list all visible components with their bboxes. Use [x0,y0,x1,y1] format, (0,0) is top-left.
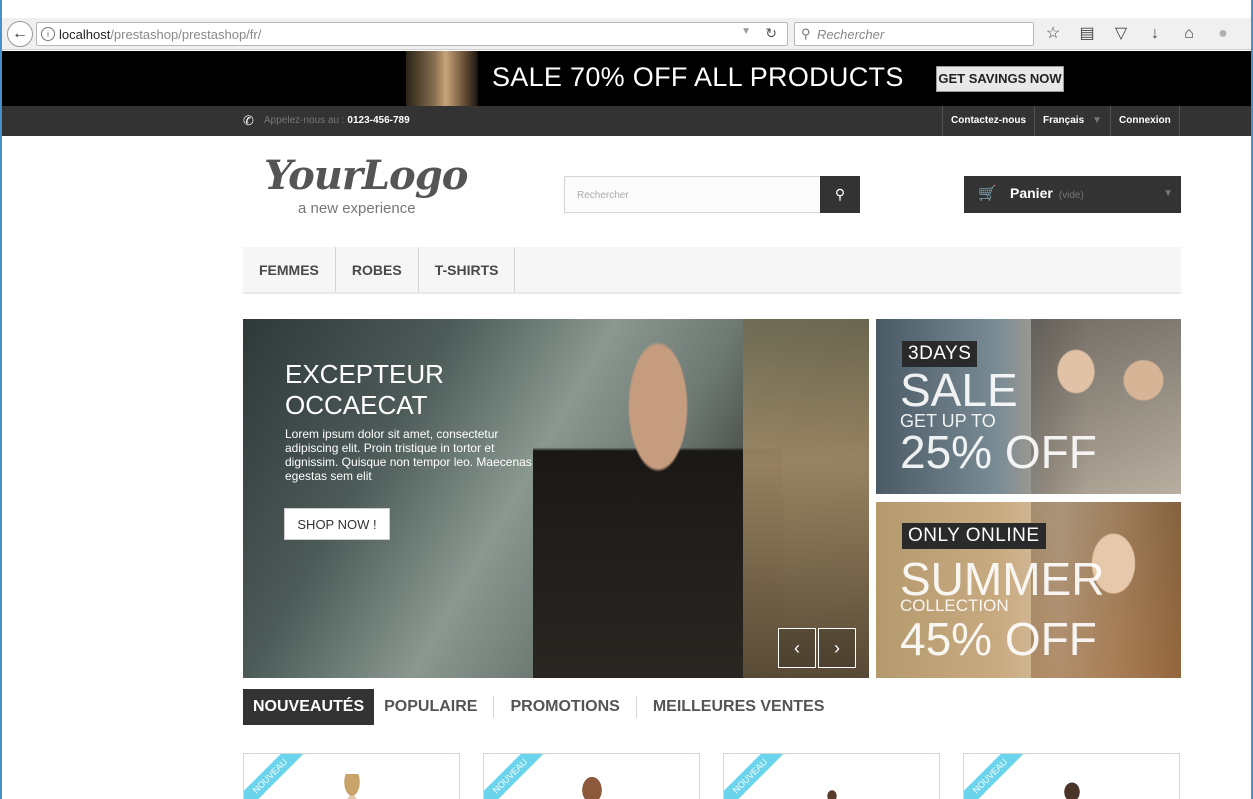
promo-percent: 45% OFF [900,613,1097,665]
cart-button[interactable]: 🛒 Panier (vide) ▼ [964,176,1181,213]
chevron-down-icon: ▼ [1092,115,1103,126]
site-info-icon[interactable]: i [41,27,55,41]
main-menu: FEMMES ROBES T-SHIRTS [243,247,1181,294]
cart-title: Panier [1010,185,1053,201]
call-label: Appelez-nous au : [264,115,345,126]
slide-description: Lorem ipsum dolor sit amet, consectetur … [285,427,532,483]
url-text: localhost/prestashop/prestashop/fr/ [59,27,261,42]
menu-item-robes[interactable]: ROBES [336,247,419,292]
product-tabs: NOUVEAUTÉS POPULAIRE PROMOTIONS MEILLEUR… [243,689,834,725]
site-search-input[interactable]: Rechercher ⚲ [564,176,860,213]
tab-nouveautes[interactable]: NOUVEAUTÉS [243,689,375,725]
top-nav-links: Contactez-nous Français ▼ Connexion [942,106,1180,136]
promo-percent: 25% OFF [900,426,1097,478]
homepage-slider[interactable]: EXCEPTEUR OCCAECAT Lorem ipsum dolor sit… [243,319,869,678]
tab-populaire[interactable]: POPULAIRE [374,689,487,725]
product-card[interactable]: NOUVEAU [963,753,1180,799]
product-image[interactable] [334,774,370,799]
site-logo[interactable]: YourLogo a new experience [264,152,494,222]
browser-search-bar[interactable]: ⚲ Rechercher [794,22,1034,46]
top-nav-strip: ✆ Appelez-nous au : 0123-456-789 Contact… [2,106,1251,136]
reload-icon[interactable]: ↻ [765,25,777,42]
slide-man-image [743,319,869,678]
extension-icon[interactable]: ● [1212,23,1234,45]
shop-now-button[interactable]: SHOP NOW ! [284,508,390,540]
tab-promotions[interactable]: PROMOTIONS [500,689,629,725]
new-ribbon: NOUVEAU [724,754,784,799]
cart-status: (vide) [1058,190,1084,201]
reading-list-icon[interactable]: ▤ [1076,23,1098,45]
search-icon: ⚲ [801,26,811,41]
url-host: localhost [59,27,111,42]
new-ribbon: NOUVEAU [484,754,544,799]
browser-toolbar: ← i localhost/prestashop/prestashop/fr/ … [2,18,1251,50]
product-card[interactable]: NOUVEAU [723,753,940,799]
new-ribbon: NOUVEAU [244,754,304,799]
download-icon[interactable]: ↓ [1144,23,1166,45]
new-ribbon: NOUVEAU [964,754,1024,799]
tab-divider [635,696,637,718]
promo-tile-summer[interactable]: ONLY ONLINE SUMMER COLLECTION 45% OFF [876,502,1181,678]
menu-item-tshirts[interactable]: T-SHIRTS [419,247,516,292]
phone-number: 0123-456-789 [347,115,410,126]
toolbar-icons: ☆ ▤ ▽ ↓ ⌂ ● [1042,23,1234,45]
bookmark-star-icon[interactable]: ☆ [1042,23,1064,45]
search-button[interactable]: ⚲ [820,176,860,213]
banner-sale-text: SALE 70% OFF ALL PRODUCTS [492,62,904,92]
call-us-text: Appelez-nous au : 0123-456-789 [264,115,410,126]
login-link[interactable]: Connexion [1110,106,1180,136]
promo-headline: SALE [900,364,1018,416]
history-dropdown-icon[interactable]: ▼ [741,26,751,37]
pocket-icon[interactable]: ▽ [1110,23,1132,45]
product-image[interactable] [1054,774,1090,799]
slider-prev-icon[interactable]: ‹ [778,628,816,668]
tab-meilleures-ventes[interactable]: MEILLEURES VENTES [643,689,835,725]
address-bar[interactable]: i localhost/prestashop/prestashop/fr/ ▼ … [36,22,788,46]
banner-model-image [406,51,478,106]
cart-icon: 🛒 [978,185,997,202]
back-arrow-icon[interactable]: ← [7,21,33,47]
slide-title: EXCEPTEUR OCCAECAT [285,359,444,420]
get-savings-button[interactable]: GET SAVINGS NOW [936,66,1064,92]
product-card[interactable]: NOUVEAU [243,753,460,799]
language-label: Français [1043,115,1085,126]
site-search-placeholder: Rechercher [577,190,629,201]
chevron-down-icon: ▼ [1163,188,1173,199]
search-icon: ⚲ [834,186,846,202]
home-icon[interactable]: ⌂ [1178,23,1200,45]
language-selector[interactable]: Français ▼ [1034,106,1110,136]
cart-label: Panier (vide) [1010,185,1084,201]
browser-search-placeholder: Rechercher [817,27,885,42]
sale-banner[interactable]: SALE 70% OFF ALL PRODUCTS GET SAVINGS NO… [2,51,1251,106]
contact-link[interactable]: Contactez-nous [942,106,1034,136]
phone-icon: ✆ [243,113,254,128]
url-path: /prestashop/prestashop/fr/ [110,27,262,42]
menu-item-femmes[interactable]: FEMMES [243,247,336,292]
promo-badge: ONLY ONLINE [902,523,1046,549]
promo-tile-3days[interactable]: 3DAYS SALE GET UP TO 25% OFF [876,319,1181,494]
product-image[interactable] [814,774,850,799]
product-card[interactable]: NOUVEAU [483,753,700,799]
slider-next-icon[interactable]: › [818,628,856,668]
logo-tagline: a new experience [298,200,416,217]
logo-script: YourLogo [264,152,468,199]
tab-divider [493,696,495,718]
product-image[interactable] [574,774,610,799]
